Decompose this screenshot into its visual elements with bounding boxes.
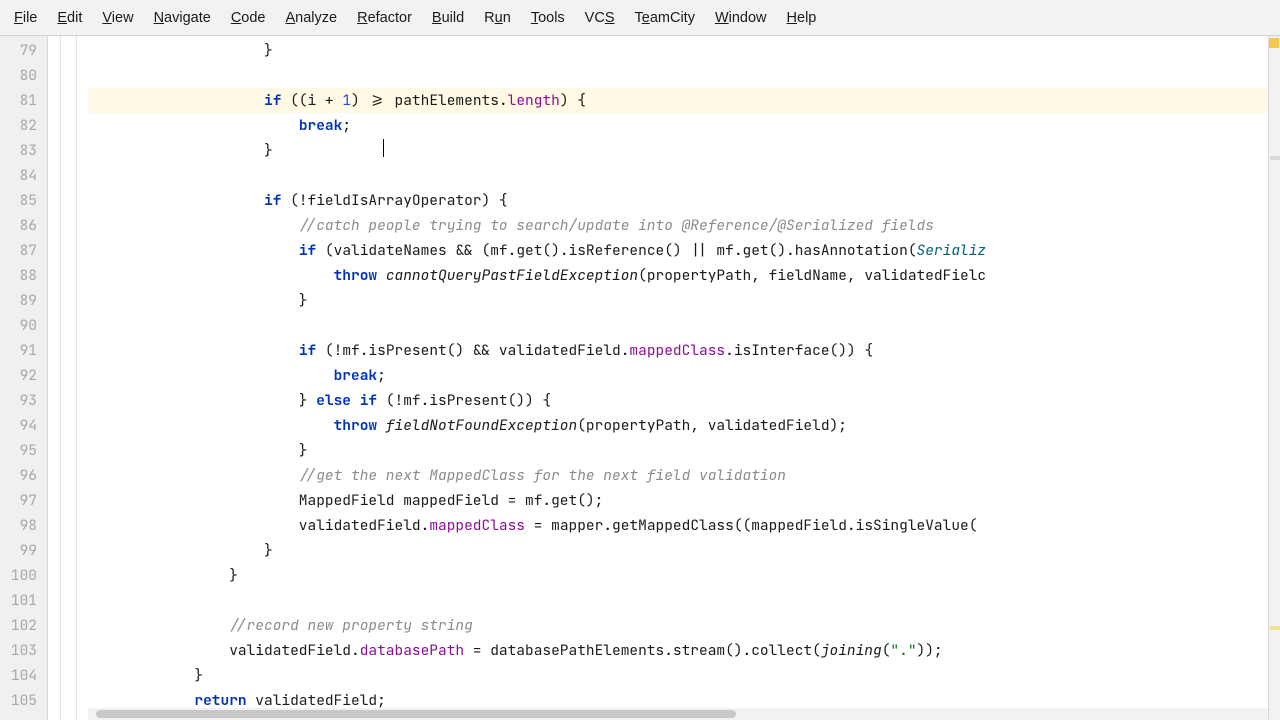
line-number[interactable]: 93	[0, 388, 37, 413]
editor: 7980818283848586878889909192939495969798…	[0, 36, 1280, 720]
warning-indicator[interactable]	[1269, 38, 1279, 48]
line-number[interactable]: 105	[0, 688, 37, 713]
code-line[interactable]: throw cannotQueryPastFieldException(prop…	[88, 263, 1268, 288]
code-line[interactable]: validatedField.databasePath = databasePa…	[88, 638, 1268, 663]
main-menu-bar: FileEditViewNavigateCodeAnalyzeRefactorB…	[0, 0, 1280, 36]
stripe-mark[interactable]	[1270, 156, 1280, 160]
stripe-mark[interactable]	[1270, 626, 1280, 630]
code-line[interactable]	[88, 163, 1268, 188]
line-number[interactable]: 101	[0, 588, 37, 613]
line-number[interactable]: 97	[0, 488, 37, 513]
line-number[interactable]: 84	[0, 163, 37, 188]
line-number[interactable]: 103	[0, 638, 37, 663]
line-number[interactable]: 96	[0, 463, 37, 488]
code-line[interactable]: }	[88, 38, 1268, 63]
code-line[interactable]: if (validateNames && (mf.get().isReferen…	[88, 238, 1268, 263]
code-line[interactable]: break;	[88, 363, 1268, 388]
code-line[interactable]: } else if (!mf.isPresent()) {	[88, 388, 1268, 413]
code-line[interactable]	[88, 63, 1268, 88]
menu-window[interactable]: Window	[705, 4, 777, 32]
code-line[interactable]: }	[88, 288, 1268, 313]
line-number[interactable]: 88	[0, 263, 37, 288]
menu-help[interactable]: Help	[777, 4, 827, 32]
line-number[interactable]: 94	[0, 413, 37, 438]
code-line[interactable]	[88, 588, 1268, 613]
code-line[interactable]: //record new property string	[88, 613, 1268, 638]
menu-teamcity[interactable]: TeamCity	[625, 4, 705, 32]
line-number[interactable]: 98	[0, 513, 37, 538]
line-number[interactable]: 102	[0, 613, 37, 638]
line-number[interactable]: 95	[0, 438, 37, 463]
code-line[interactable]	[88, 313, 1268, 338]
code-line[interactable]: if ((i + 1) >= pathElements.length) {	[88, 88, 1268, 113]
line-number[interactable]: 92	[0, 363, 37, 388]
code-area[interactable]: } if ((i + 1) >= pathElements.length) { …	[88, 36, 1268, 720]
line-number[interactable]: 82	[0, 113, 37, 138]
menu-view[interactable]: View	[92, 4, 143, 32]
menu-navigate[interactable]: Navigate	[144, 4, 221, 32]
line-number[interactable]: 87	[0, 238, 37, 263]
line-number[interactable]: 99	[0, 538, 37, 563]
line-number[interactable]: 89	[0, 288, 37, 313]
line-number[interactable]: 80	[0, 63, 37, 88]
code-line[interactable]: validatedField.mappedClass = mapper.getM…	[88, 513, 1268, 538]
code-line[interactable]: }	[88, 138, 1268, 163]
line-number-gutter[interactable]: 7980818283848586878889909192939495969798…	[0, 36, 48, 720]
menu-analyze[interactable]: Analyze	[276, 4, 348, 32]
code-line[interactable]: MappedField mappedField = mf.get();	[88, 488, 1268, 513]
code-line[interactable]: }	[88, 563, 1268, 588]
menu-tools[interactable]: Tools	[521, 4, 575, 32]
fold-strip[interactable]	[48, 36, 88, 720]
horizontal-scrollbar[interactable]	[88, 708, 1268, 720]
line-number[interactable]: 79	[0, 38, 37, 63]
menu-code[interactable]: Code	[221, 4, 276, 32]
code-line[interactable]: //get the next MappedClass for the next …	[88, 463, 1268, 488]
error-stripe[interactable]	[1268, 36, 1280, 720]
code-line[interactable]: }	[88, 538, 1268, 563]
code-line[interactable]: throw fieldNotFoundException(propertyPat…	[88, 413, 1268, 438]
menu-build[interactable]: Build	[422, 4, 474, 32]
menu-refactor[interactable]: Refactor	[347, 4, 422, 32]
line-number[interactable]: 86	[0, 213, 37, 238]
menu-vcs[interactable]: VCS	[575, 4, 625, 32]
line-number[interactable]: 90	[0, 313, 37, 338]
line-number[interactable]: 91	[0, 338, 37, 363]
code-line[interactable]: if (!fieldIsArrayOperator) {	[88, 188, 1268, 213]
code-line[interactable]: }	[88, 438, 1268, 463]
line-number[interactable]: 83	[0, 138, 37, 163]
code-line[interactable]: //catch people trying to search/update i…	[88, 213, 1268, 238]
code-line[interactable]: if (!mf.isPresent() && validatedField.ma…	[88, 338, 1268, 363]
line-number[interactable]: 85	[0, 188, 37, 213]
line-number[interactable]: 104	[0, 663, 37, 688]
menu-edit[interactable]: Edit	[47, 4, 92, 32]
code-line[interactable]: }	[88, 663, 1268, 688]
menu-run[interactable]: Run	[474, 4, 521, 32]
line-number[interactable]: 100	[0, 563, 37, 588]
menu-file[interactable]: File	[4, 4, 47, 32]
line-number[interactable]: 81	[0, 88, 37, 113]
scrollbar-thumb[interactable]	[96, 710, 736, 718]
code-line[interactable]: break;	[88, 113, 1268, 138]
